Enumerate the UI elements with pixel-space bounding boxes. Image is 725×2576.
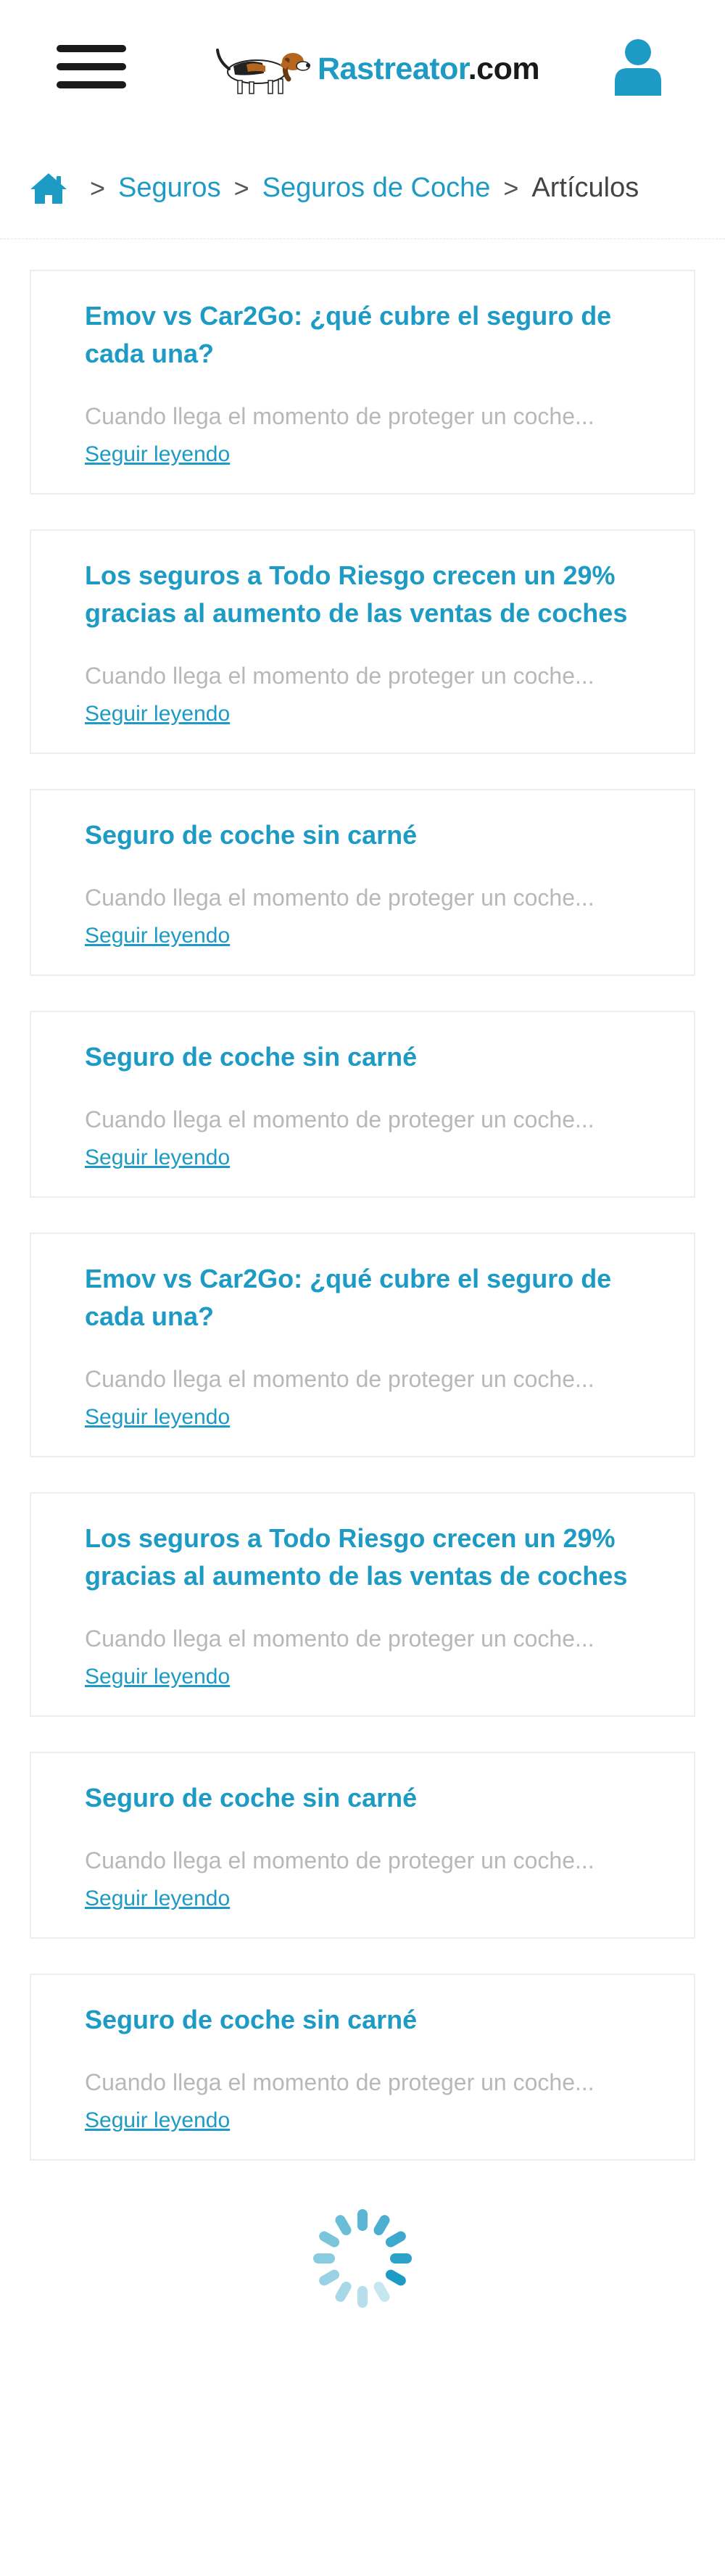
article-title[interactable]: Emov vs Car2Go: ¿qué cubre el seguro de … (85, 297, 642, 373)
article-card: Emov vs Car2Go: ¿qué cubre el seguro de … (30, 270, 695, 494)
breadcrumb: > Seguros > Seguros de Coche > Artículos (0, 138, 725, 239)
spinner-segment (385, 2231, 406, 2248)
article-card: Emov vs Car2Go: ¿qué cubre el seguro de … (30, 1233, 695, 1457)
article-excerpt: Cuando llega el momento de proteger un c… (85, 1106, 594, 1132)
spinner-segment (319, 2231, 340, 2248)
user-icon[interactable] (613, 36, 663, 96)
article-title[interactable]: Seguro de coche sin carné (85, 2001, 642, 2039)
spinner-icon (313, 2209, 412, 2308)
breadcrumb-separator: > (90, 173, 106, 203)
loading-indicator (30, 2204, 695, 2313)
breadcrumb-current: Artículos (531, 173, 639, 203)
dog-logo-icon (216, 49, 310, 94)
breadcrumb-link-seguros[interactable]: Seguros (118, 173, 221, 204)
spinner-segment (390, 2253, 412, 2264)
read-more-link[interactable]: Seguir leyendo (85, 924, 230, 948)
spinner-segment (335, 2215, 352, 2236)
read-more-link[interactable]: Seguir leyendo (85, 2108, 230, 2133)
article-excerpt: Cuando llega el momento de proteger un c… (85, 1625, 594, 1652)
article-excerpt: Cuando llega el momento de proteger un c… (85, 663, 594, 689)
article-excerpt: Cuando llega el momento de proteger un c… (85, 1366, 594, 1392)
breadcrumb-separator: > (503, 173, 519, 203)
logo-wordmark: Rastreator.com (318, 51, 540, 87)
article-card: Seguro de coche sin carné Cuando llega e… (30, 1011, 695, 1198)
read-more-link[interactable]: Seguir leyendo (85, 1665, 230, 1689)
article-excerpt: Cuando llega el momento de proteger un c… (85, 885, 594, 911)
article-title[interactable]: Seguro de coche sin carné (85, 816, 642, 854)
breadcrumb-separator: > (233, 173, 249, 203)
spinner-segment (357, 2209, 368, 2231)
article-card: Seguro de coche sin carné Cuando llega e… (30, 1974, 695, 2161)
site-logo[interactable]: Rastreator.com (212, 36, 540, 102)
read-more-link[interactable]: Seguir leyendo (85, 1146, 230, 1170)
read-more-link[interactable]: Seguir leyendo (85, 442, 230, 467)
article-excerpt: Cuando llega el momento de proteger un c… (85, 1847, 594, 1873)
spinner-segment (357, 2286, 368, 2308)
spinner-segment (335, 2281, 352, 2302)
spinner-segment (319, 2269, 340, 2286)
read-more-link[interactable]: Seguir leyendo (85, 702, 230, 726)
article-title[interactable]: Emov vs Car2Go: ¿qué cubre el seguro de … (85, 1260, 642, 1335)
site-header: Rastreator.com (0, 0, 725, 138)
spinner-segment (373, 2215, 390, 2236)
article-card: Seguro de coche sin carné Cuando llega e… (30, 1752, 695, 1939)
breadcrumb-link-seguros-de-coche[interactable]: Seguros de Coche (262, 173, 491, 204)
article-card: Los seguros a Todo Riesgo crecen un 29% … (30, 529, 695, 754)
home-icon[interactable] (29, 172, 68, 205)
article-excerpt: Cuando llega el momento de proteger un c… (85, 2069, 594, 2095)
article-title[interactable]: Seguro de coche sin carné (85, 1779, 642, 1817)
article-list: Emov vs Car2Go: ¿qué cubre el seguro de … (0, 239, 725, 2313)
logo-suffix: .com (468, 51, 540, 86)
article-title[interactable]: Los seguros a Todo Riesgo crecen un 29% … (85, 557, 642, 632)
article-card: Los seguros a Todo Riesgo crecen un 29% … (30, 1492, 695, 1717)
spinner-segment (313, 2253, 335, 2264)
spinner-segment (373, 2281, 390, 2302)
article-card: Seguro de coche sin carné Cuando llega e… (30, 789, 695, 976)
article-title[interactable]: Los seguros a Todo Riesgo crecen un 29% … (85, 1520, 642, 1595)
article-excerpt: Cuando llega el momento de proteger un c… (85, 403, 594, 429)
logo-brand: Rastreator (318, 51, 468, 86)
hamburger-menu-icon[interactable] (57, 45, 126, 88)
article-title[interactable]: Seguro de coche sin carné (85, 1038, 642, 1076)
read-more-link[interactable]: Seguir leyendo (85, 1405, 230, 1430)
spinner-segment (385, 2269, 406, 2286)
read-more-link[interactable]: Seguir leyendo (85, 1887, 230, 1911)
